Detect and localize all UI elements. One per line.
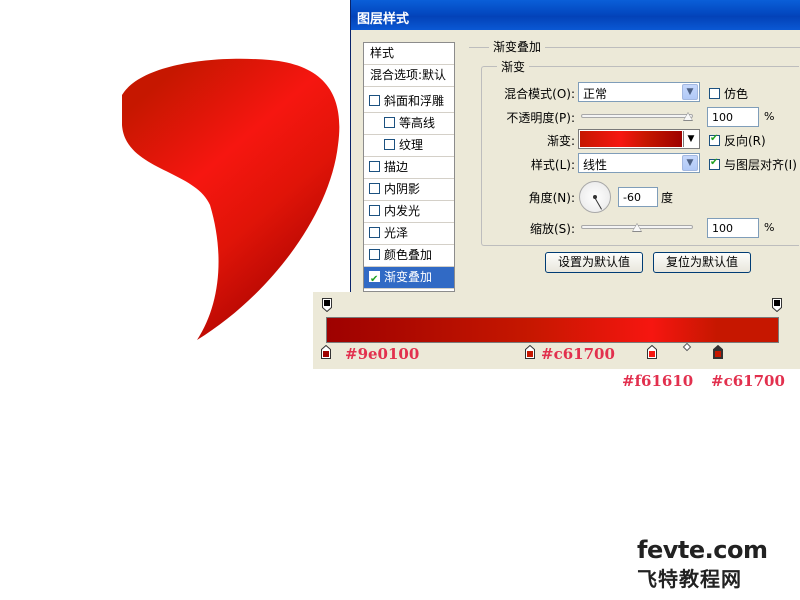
angle-dial-needle — [594, 197, 602, 210]
make-default-button[interactable]: 设置为默认值 — [545, 252, 643, 273]
style-select[interactable]: 线性 ▼ — [578, 153, 700, 173]
checkbox[interactable] — [369, 95, 380, 106]
opacity-slider-thumb[interactable] — [683, 112, 693, 121]
blend-mode-select[interactable]: 正常 ▼ — [578, 82, 700, 102]
scale-unit: % — [764, 221, 775, 234]
color-stop-marker[interactable] — [524, 345, 535, 359]
stop-color-label: #c61700 — [541, 345, 615, 363]
style-value: 线性 — [583, 158, 608, 172]
watermark-logo-text: fevte.com — [637, 536, 768, 564]
group-title: 渐变 — [497, 58, 530, 75]
color-stop-marker[interactable] — [647, 345, 658, 359]
stop-color-label: #c61700 — [711, 372, 785, 390]
styles-list-header[interactable]: 样式 — [364, 43, 454, 65]
style-item-label: 渐变叠加 — [384, 270, 433, 284]
reverse-label: 反向(R) — [724, 134, 766, 148]
layer-style-dialog: 图层样式 样式 混合选项:默认 斜面和浮雕 等高线 纹理 描边 内阴影 内发光 … — [350, 0, 800, 292]
opacity-slider[interactable] — [581, 114, 693, 118]
scale-input[interactable]: 100 — [707, 218, 759, 238]
checkbox-checked[interactable] — [709, 133, 720, 146]
gradient-label: 渐变: — [546, 134, 575, 148]
style-item-texture[interactable]: 纹理 — [364, 135, 454, 157]
chevron-down-icon[interactable]: ▼ — [683, 131, 698, 147]
checkbox[interactable] — [369, 227, 380, 238]
align-with-layer-checkbox[interactable]: 与图层对齐(I) — [709, 156, 797, 173]
angle-input[interactable]: -60 — [618, 187, 658, 207]
style-item-bevel-emboss[interactable]: 斜面和浮雕 — [364, 91, 454, 113]
checkbox-checked[interactable] — [709, 157, 720, 170]
gradient-preview[interactable] — [580, 131, 682, 147]
style-item-label: 光泽 — [384, 226, 409, 240]
style-item-label: 等高线 — [399, 116, 436, 130]
dialog-title: 图层样式 — [357, 12, 410, 27]
dither-label: 仿色 — [724, 87, 749, 101]
style-item-label: 纹理 — [399, 138, 424, 152]
stop-color-label: #f61610 — [622, 372, 694, 390]
style-item-contour[interactable]: 等高线 — [364, 113, 454, 135]
color-stop-marker[interactable] — [712, 345, 723, 359]
checkbox[interactable] — [709, 88, 720, 99]
checkbox[interactable] — [369, 249, 380, 260]
chevron-down-icon[interactable]: ▼ — [682, 155, 698, 171]
reverse-checkbox[interactable]: 反向(R) — [709, 132, 766, 149]
opacity-input[interactable]: 100 — [707, 107, 759, 127]
styles-list: 样式 混合选项:默认 斜面和浮雕 等高线 纹理 描边 内阴影 内发光 光泽 颜色… — [363, 42, 455, 292]
style-item-label: 描边 — [384, 160, 409, 174]
align-with-layer-label: 与图层对齐(I) — [724, 158, 797, 172]
blend-mode-label: 混合模式(O): — [504, 87, 575, 101]
style-item-label: 内阴影 — [384, 182, 421, 196]
checkbox[interactable] — [384, 139, 395, 150]
checkbox[interactable] — [369, 183, 380, 194]
chevron-down-icon[interactable]: ▼ — [682, 84, 698, 100]
stop-color-label: #9e0100 — [345, 345, 420, 363]
angle-label: 角度(N): — [528, 191, 575, 205]
checkbox-checked[interactable] — [369, 269, 380, 288]
checkbox[interactable] — [369, 161, 380, 172]
opacity-unit: % — [764, 110, 775, 123]
opacity-label: 不透明度(P): — [506, 111, 575, 125]
checkbox[interactable] — [369, 205, 380, 216]
blending-options-label: 混合选项:默认 — [370, 68, 447, 82]
blending-options-item[interactable]: 混合选项:默认 — [364, 65, 454, 87]
shape-fill — [122, 58, 340, 341]
style-item-stroke[interactable]: 描边 — [364, 157, 454, 179]
style-item-label: 内发光 — [384, 204, 421, 218]
style-item-satin[interactable]: 光泽 — [364, 223, 454, 245]
angle-dial[interactable] — [579, 181, 611, 213]
scale-slider-thumb[interactable] — [632, 223, 642, 232]
section-title: 渐变叠加 — [489, 38, 546, 55]
reset-default-button[interactable]: 复位为默认值 — [653, 252, 751, 273]
style-item-label: 斜面和浮雕 — [384, 94, 445, 108]
style-item-inner-shadow[interactable]: 内阴影 — [364, 179, 454, 201]
styles-header-label: 样式 — [370, 46, 395, 60]
scale-label: 缩放(S): — [529, 222, 575, 236]
blend-mode-value: 正常 — [583, 87, 608, 101]
style-item-gradient-overlay[interactable]: 渐变叠加 — [364, 267, 454, 289]
dialog-titlebar[interactable]: 图层样式 — [351, 0, 800, 30]
style-label: 样式(L): — [530, 158, 575, 172]
dither-checkbox[interactable]: 仿色 — [709, 85, 748, 102]
color-stop-marker[interactable] — [321, 345, 331, 359]
gradient-picker[interactable]: ▼ — [578, 129, 700, 149]
style-item-color-overlay[interactable]: 颜色叠加 — [364, 245, 454, 267]
watermark-logo-subtext: 飞特教程网 — [637, 567, 742, 591]
angle-unit: 度 — [661, 191, 674, 205]
style-item-inner-glow[interactable]: 内发光 — [364, 201, 454, 223]
checkbox[interactable] — [384, 117, 395, 128]
style-item-label: 颜色叠加 — [384, 248, 433, 262]
